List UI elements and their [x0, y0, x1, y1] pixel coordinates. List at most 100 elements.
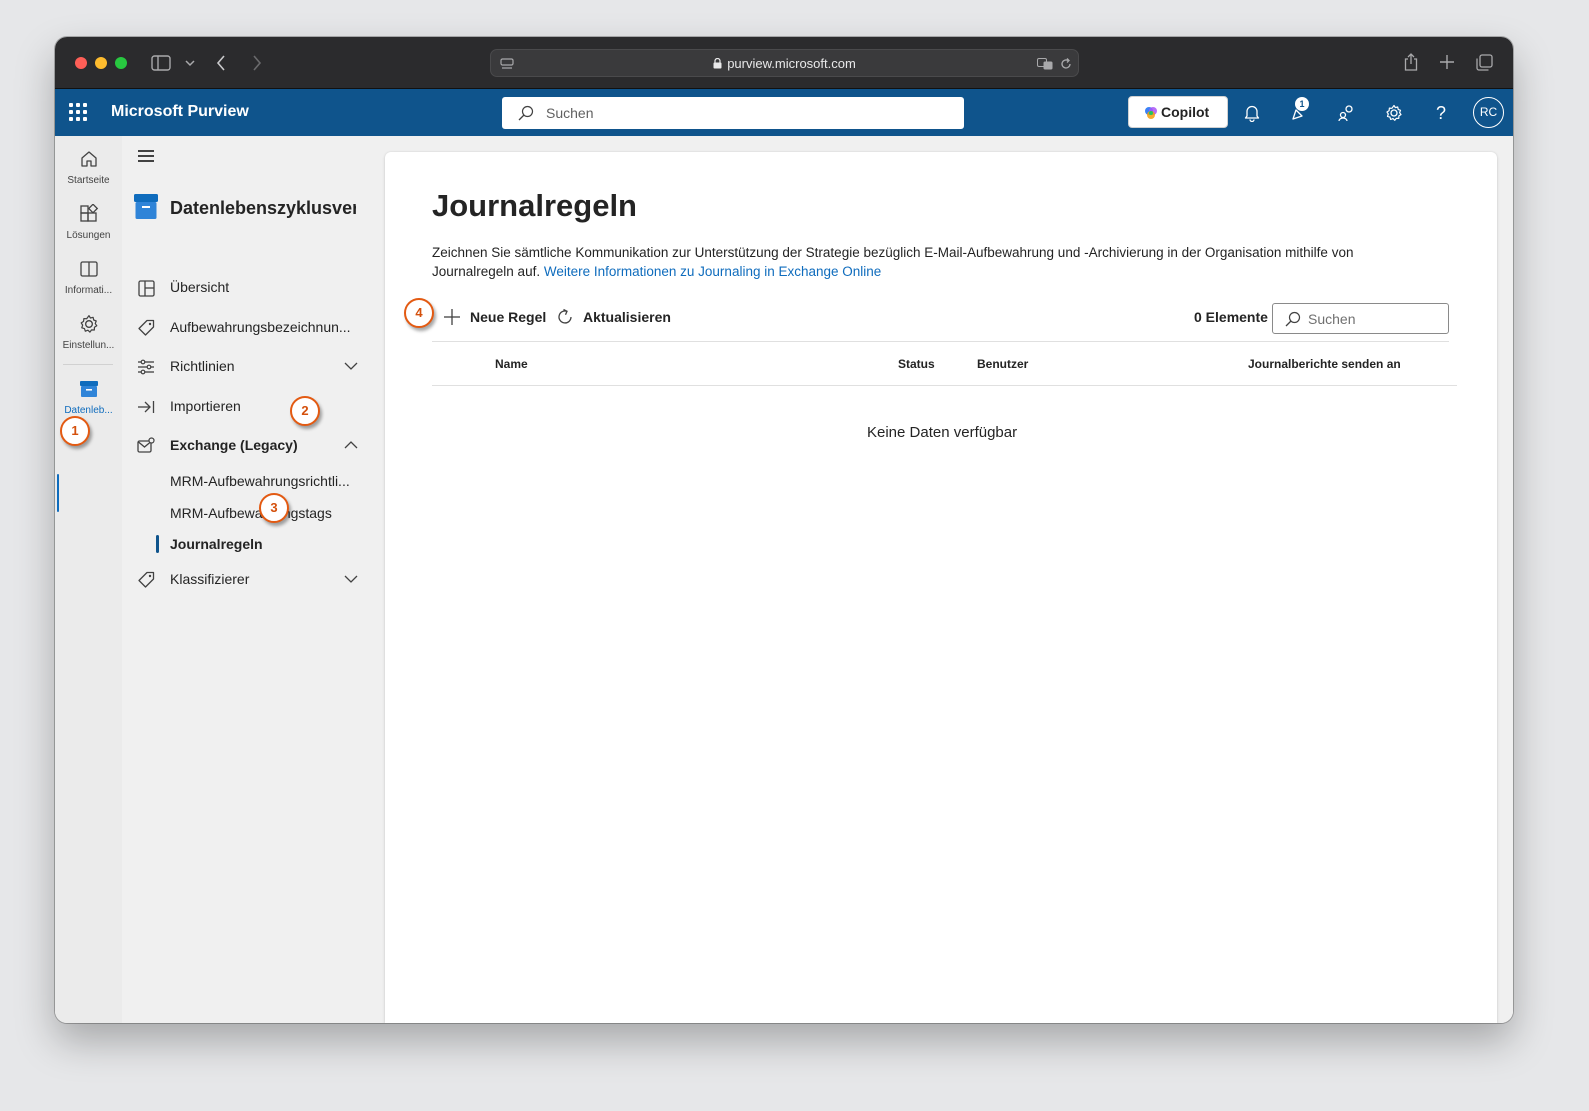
suite-header: Microsoft Purview Suchen Copilot 1 ? RC: [55, 89, 1513, 136]
overview-icon: [136, 278, 156, 298]
selected-indicator: [156, 535, 159, 553]
search-icon: [518, 105, 534, 126]
nav-item-label: Klassifizierer: [170, 571, 250, 587]
table-search-input[interactable]: Suchen: [1272, 303, 1449, 334]
nav-subitem-label: Journalregeln: [170, 536, 263, 552]
search-icon: [1285, 311, 1301, 332]
new-tab-icon[interactable]: [1437, 52, 1457, 72]
notifications-icon[interactable]: [1241, 102, 1263, 124]
address-bar[interactable]: purview.microsoft.com: [490, 49, 1079, 77]
refresh-label: Aktualisieren: [583, 309, 671, 325]
nav-subitem-mrm-policies[interactable]: MRM-Aufbewahrungsrichtli...: [122, 466, 384, 496]
rail-item-data-lifecycle[interactable]: Datenleb...: [55, 372, 122, 424]
translate-icon[interactable]: [1036, 56, 1054, 72]
tag-icon: [136, 570, 156, 590]
nav-item-label: Aufbewahrungsbezeichnun...: [170, 319, 351, 335]
column-header-status[interactable]: Status: [898, 357, 935, 371]
import-icon: [136, 397, 156, 417]
mail-settings-icon: [136, 436, 156, 456]
tag-icon: [136, 318, 156, 338]
zoom-window-button[interactable]: [115, 57, 127, 69]
copilot-label: Copilot: [1161, 104, 1210, 120]
chevron-down-icon[interactable]: [183, 55, 197, 71]
nav-subitem-label: MRM-Aufbewahrungstags: [170, 505, 332, 521]
notification-count-badge: 1: [1295, 97, 1309, 111]
gear-icon: [78, 313, 100, 335]
nav-item-label: Übersicht: [170, 279, 230, 295]
share-icon[interactable]: [1401, 51, 1421, 73]
chevron-down-icon[interactable]: [344, 359, 358, 373]
global-search-input[interactable]: Suchen: [502, 97, 964, 129]
add-icon: [442, 307, 462, 327]
new-rule-button[interactable]: Neue Regel: [442, 303, 546, 331]
tab-overview-icon[interactable]: [1474, 52, 1494, 72]
header-divider: [432, 385, 1457, 386]
nav-item-label: Importieren: [170, 398, 241, 414]
callout-marker: 4: [404, 298, 434, 328]
help-icon[interactable]: ?: [1430, 102, 1452, 124]
rail-active-indicator: [57, 474, 59, 512]
chevron-up-icon[interactable]: [344, 438, 358, 452]
solution-title: Datenlebenszyklusverw: [170, 198, 356, 218]
nav-item-label: Richtlinien: [170, 358, 235, 374]
lock-icon: [713, 57, 722, 72]
app-launcher-icon[interactable]: [69, 103, 87, 121]
empty-state-text: Keine Daten verfügbar: [867, 424, 1018, 441]
solution-header: Datenlebenszyklusverw: [134, 194, 382, 224]
callout-marker: 2: [290, 396, 320, 426]
nav-item-overview[interactable]: Übersicht: [122, 270, 384, 306]
avatar[interactable]: RC: [1473, 97, 1504, 128]
column-header-name[interactable]: Name: [495, 357, 528, 371]
navigation-pane: Datenlebenszyklusverw Übersicht Aufbewah…: [122, 136, 384, 1023]
rail-label: Lösungen: [66, 230, 111, 241]
archive-icon: [134, 194, 158, 220]
column-header-users[interactable]: Benutzer: [977, 357, 1028, 371]
copilot-button[interactable]: Copilot: [1128, 96, 1228, 128]
rail-item-home[interactable]: Startseite: [55, 142, 122, 194]
callout-marker: 1: [60, 416, 90, 446]
app-title[interactable]: Microsoft Purview: [111, 103, 249, 121]
nav-subitem-journal-rules[interactable]: Journalregeln: [122, 529, 384, 559]
search-placeholder: Suchen: [1308, 311, 1356, 327]
forward-icon[interactable]: [249, 53, 265, 73]
nav-item-exchange-legacy[interactable]: Exchange (Legacy): [122, 428, 384, 464]
browser-toolbar: purview.microsoft.com: [55, 37, 1513, 89]
people-settings-icon[interactable]: [1336, 102, 1358, 124]
learn-more-link[interactable]: Weitere Informationen zu Journaling in E…: [544, 264, 881, 279]
archive-icon: [78, 378, 100, 400]
column-header-send-reports-to[interactable]: Journalberichte senden an: [1248, 357, 1401, 371]
sliders-icon: [136, 357, 156, 377]
reload-icon[interactable]: [1058, 56, 1074, 72]
search-placeholder: Suchen: [546, 105, 594, 121]
minimize-window-button[interactable]: [95, 57, 107, 69]
callout-marker: 3: [259, 493, 289, 523]
nav-item-import[interactable]: Importieren: [122, 389, 384, 425]
home-icon: [78, 148, 100, 170]
rail-label: Informati...: [64, 285, 113, 296]
toolbar-divider: [432, 341, 1449, 342]
content-card: Journalregeln Zeichnen Sie sämtliche Kom…: [385, 152, 1497, 1023]
nav-item-classifiers[interactable]: Klassifizierer: [122, 562, 384, 598]
browser-window: purview.microsoft.com Microsoft Purview: [55, 37, 1513, 1023]
chevron-down-icon[interactable]: [344, 572, 358, 586]
rail-label: Einstellun...: [62, 340, 115, 351]
back-icon[interactable]: [213, 53, 229, 73]
book-icon: [78, 258, 100, 280]
close-window-button[interactable]: [75, 57, 87, 69]
url-text: purview.microsoft.com: [491, 56, 1078, 72]
hamburger-menu-icon[interactable]: [138, 150, 154, 162]
nav-item-policies[interactable]: Richtlinien: [122, 349, 384, 385]
rail-item-information[interactable]: Informati...: [55, 252, 122, 304]
sidebar-toggle-icon[interactable]: [151, 53, 171, 73]
nav-subitem-label: MRM-Aufbewahrungsrichtli...: [170, 473, 350, 489]
item-count: 0 Elemente: [1194, 309, 1268, 325]
page-title: Journalregeln: [432, 188, 637, 223]
rail-divider: [63, 364, 113, 365]
nav-subitem-mrm-tags[interactable]: MRM-Aufbewahrungstags: [122, 498, 384, 528]
app-rail: Startseite Lösungen Informati... Einstel…: [55, 136, 122, 1023]
nav-item-retention-labels[interactable]: Aufbewahrungsbezeichnun...: [122, 310, 384, 346]
rail-item-settings[interactable]: Einstellun...: [55, 307, 122, 359]
rail-item-solutions[interactable]: Lösungen: [55, 197, 122, 249]
refresh-button[interactable]: Aktualisieren: [555, 303, 671, 331]
gear-icon[interactable]: [1383, 102, 1405, 124]
